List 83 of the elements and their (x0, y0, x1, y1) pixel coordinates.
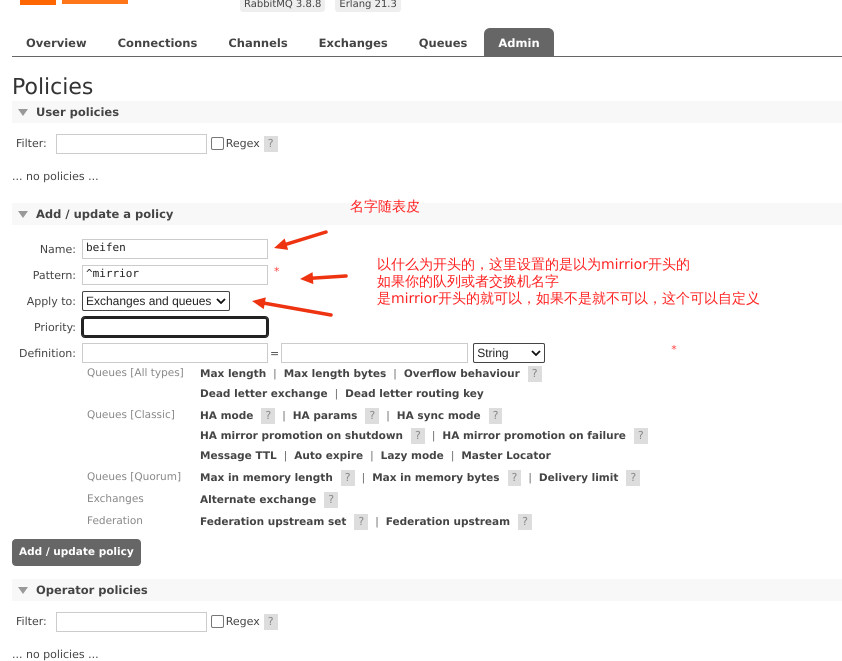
required-mark: * (671, 343, 677, 356)
separator: | (386, 410, 390, 422)
input-field[interactable] (82, 317, 268, 337)
separator: | (282, 410, 286, 422)
definition-key-link[interactable]: HA sync mode (396, 410, 481, 422)
field-label: Apply to: (26, 294, 76, 308)
page-title: Policies (12, 74, 94, 101)
definition-key-link[interactable]: Alternate exchange (200, 494, 316, 506)
nav-tab[interactable]: Overview (12, 28, 101, 56)
separator: | (370, 450, 374, 462)
annotation-note: 以什么为开头的，这里设置的是以为mirrior开头的 如果你的队列或者交换机名字 是mirrior开头的就可以，如果不是就不可以，这个可以自定义 (377, 257, 760, 308)
definition-key-link[interactable]: Auto expire (294, 450, 364, 462)
separator: | (362, 472, 366, 484)
definition-key-link[interactable]: Max length bytes (284, 368, 386, 380)
equals-sign: = (270, 346, 280, 360)
regex-checkbox[interactable] (210, 137, 224, 150)
separator: | (375, 516, 379, 528)
nav-tab[interactable]: Queues (404, 28, 482, 56)
section-title: User policies (36, 105, 120, 119)
value-input-field[interactable] (281, 343, 468, 363)
group-label: Federation (87, 514, 144, 529)
collapse-triangle-icon[interactable] (18, 108, 28, 116)
definition-key-link[interactable]: HA params (292, 410, 358, 422)
group-label: Queues [Quorum] (87, 470, 182, 485)
definition-key-link[interactable]: Message TTL (200, 450, 277, 462)
definition-key-link[interactable]: Overflow behaviour (404, 368, 520, 380)
field-label: Priority: (32, 320, 76, 334)
group-label: Queues [All types] (87, 366, 185, 381)
field-label: Name: (38, 242, 76, 256)
definition-key-link[interactable]: Federation upstream (386, 516, 510, 528)
section-header[interactable]: Operator policies (12, 579, 842, 601)
field-label: Definition: (18, 346, 76, 360)
type-dropdown[interactable]: String (473, 343, 546, 363)
nav-tab[interactable]: Connections (104, 28, 212, 56)
filter-label: Filter: (16, 615, 47, 628)
definition-key-link[interactable]: Max length (200, 368, 266, 380)
regex-label: Regex (226, 137, 260, 150)
definition-key-link[interactable]: Federation upstream set (200, 516, 346, 528)
regex-checkbox[interactable] (210, 615, 224, 628)
nav-tab[interactable]: Channels (214, 28, 302, 56)
definition-key-link[interactable]: Max in memory length (200, 472, 333, 484)
definition-key-link[interactable]: HA mode (200, 410, 254, 422)
filter-label: Filter: (16, 137, 47, 150)
nav-tab[interactable]: Exchanges (304, 28, 402, 56)
empty-message: ... no policies ... (12, 169, 100, 183)
filter-field[interactable] (56, 612, 207, 632)
required-mark: * (274, 265, 280, 278)
add-policy-button[interactable]: Add / update policy (12, 539, 141, 566)
caret-icon (531, 350, 542, 356)
definition-key-link[interactable]: HA mirror promotion on failure (442, 430, 626, 442)
separator: | (273, 368, 277, 380)
nav-tab[interactable]: Admin (484, 28, 554, 56)
input-field[interactable]: ^mirrior (82, 265, 268, 285)
group-label: Queues [Classic] (87, 408, 176, 423)
apply-to-dropdown[interactable]: Exchanges and queues (82, 291, 230, 311)
definition-key-link[interactable]: Max in memory bytes (372, 472, 500, 484)
section-title: Operator policies (36, 583, 148, 597)
filter-field[interactable] (56, 134, 207, 154)
separator: | (334, 388, 338, 400)
group-label: Exchanges (87, 492, 145, 507)
empty-message: ... no policies ... (12, 647, 100, 661)
definition-key-link[interactable]: Master Locator (461, 450, 551, 462)
key-input-field[interactable] (82, 343, 268, 363)
separator: | (284, 450, 288, 462)
annotation-arrow (300, 272, 348, 284)
section-header[interactable]: User policies (12, 101, 842, 123)
field-label: Pattern: (32, 268, 76, 282)
caret-icon (216, 298, 226, 304)
section-title: Add / update a policy (36, 207, 174, 221)
definition-key-link[interactable]: Dead letter routing key (345, 388, 484, 400)
collapse-triangle-icon[interactable] (18, 210, 28, 218)
regex-label: Regex (226, 615, 260, 628)
separator: | (393, 368, 397, 380)
annotation-arrow (274, 230, 328, 250)
collapse-triangle-icon[interactable] (18, 586, 28, 594)
separator: | (450, 450, 454, 462)
definition-key-link[interactable]: Lazy mode (380, 450, 444, 462)
definition-key-link[interactable]: Dead letter exchange (200, 388, 328, 400)
definition-key-link[interactable]: Delivery limit (538, 472, 618, 484)
separator: | (528, 472, 532, 484)
definition-key-link[interactable]: HA mirror promotion on shutdown (200, 430, 404, 442)
input-field[interactable]: beifen (82, 239, 268, 259)
separator: | (432, 430, 436, 442)
